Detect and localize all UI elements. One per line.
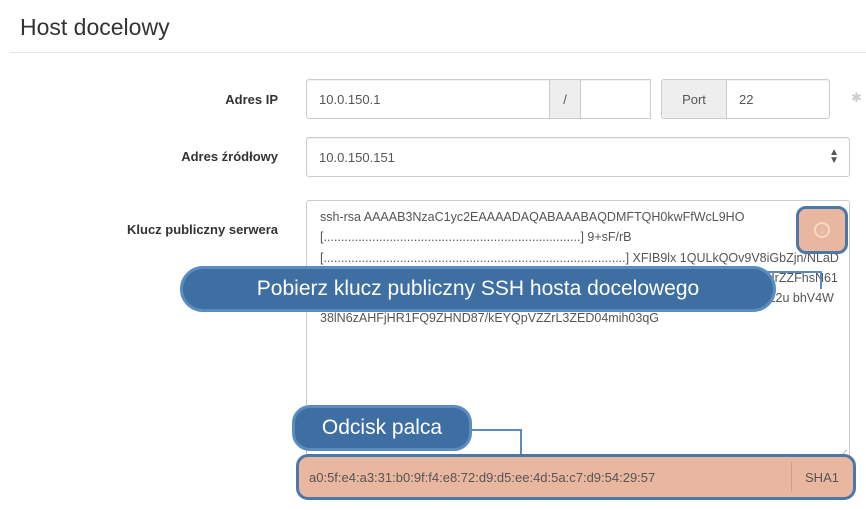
fingerprint-algorithm: SHA1 <box>805 469 839 485</box>
port-value: 22 <box>739 91 754 107</box>
callout-fetch-key: Pobierz klucz publiczny SSH hosta docelo… <box>180 266 776 312</box>
source-address-select[interactable]: 10.0.150.151 ▲ ▼ <box>306 137 850 177</box>
fingerprint-value: a0:5f:e4:a3:31:b0:9f:f4:e8:72:d9:d5:ee:4… <box>309 469 656 485</box>
title-divider <box>10 52 866 53</box>
fingerprint-field[interactable]: a0:5f:e4:a3:31:b0:9f:f4:e8:72:d9:d5:ee:4… <box>309 462 785 492</box>
port-input[interactable]: 22 <box>726 79 830 119</box>
ip-address-value: 10.0.150.1 <box>319 91 381 107</box>
netmask-separator: / <box>549 79 581 119</box>
fingerprint-highlight: a0:5f:e4:a3:31:b0:9f:f4:e8:72:d9:d5:ee:4… <box>296 454 856 500</box>
source-address-value: 10.0.150.151 <box>319 149 395 165</box>
updown-caret-icon: ▲ ▼ <box>829 147 839 166</box>
fingerprint-separator <box>791 462 792 492</box>
callout-fetch-key-text: Pobierz klucz publiczny SSH hosta docelo… <box>256 277 700 300</box>
callout-connector-fingerprint <box>472 429 522 455</box>
netmask-input[interactable] <box>580 79 651 119</box>
callout-fingerprint: Odcisk palca <box>292 405 472 451</box>
source-address-label: Adres źródłowy <box>181 149 278 164</box>
download-key-icon: ↓ <box>814 222 830 238</box>
port-addon: Port <box>661 79 727 119</box>
panel-title: Host docelowy <box>20 14 170 40</box>
gear-icon[interactable]: ✱ <box>851 90 862 106</box>
ip-address-input[interactable]: 10.0.150.1 <box>306 79 550 119</box>
fetch-public-key-button[interactable]: ↓ <box>796 206 848 254</box>
callout-fingerprint-text: Odcisk palca <box>321 416 443 439</box>
ip-address-label: Adres IP <box>225 92 278 107</box>
server-key-label: Klucz publiczny serwera <box>127 222 278 237</box>
